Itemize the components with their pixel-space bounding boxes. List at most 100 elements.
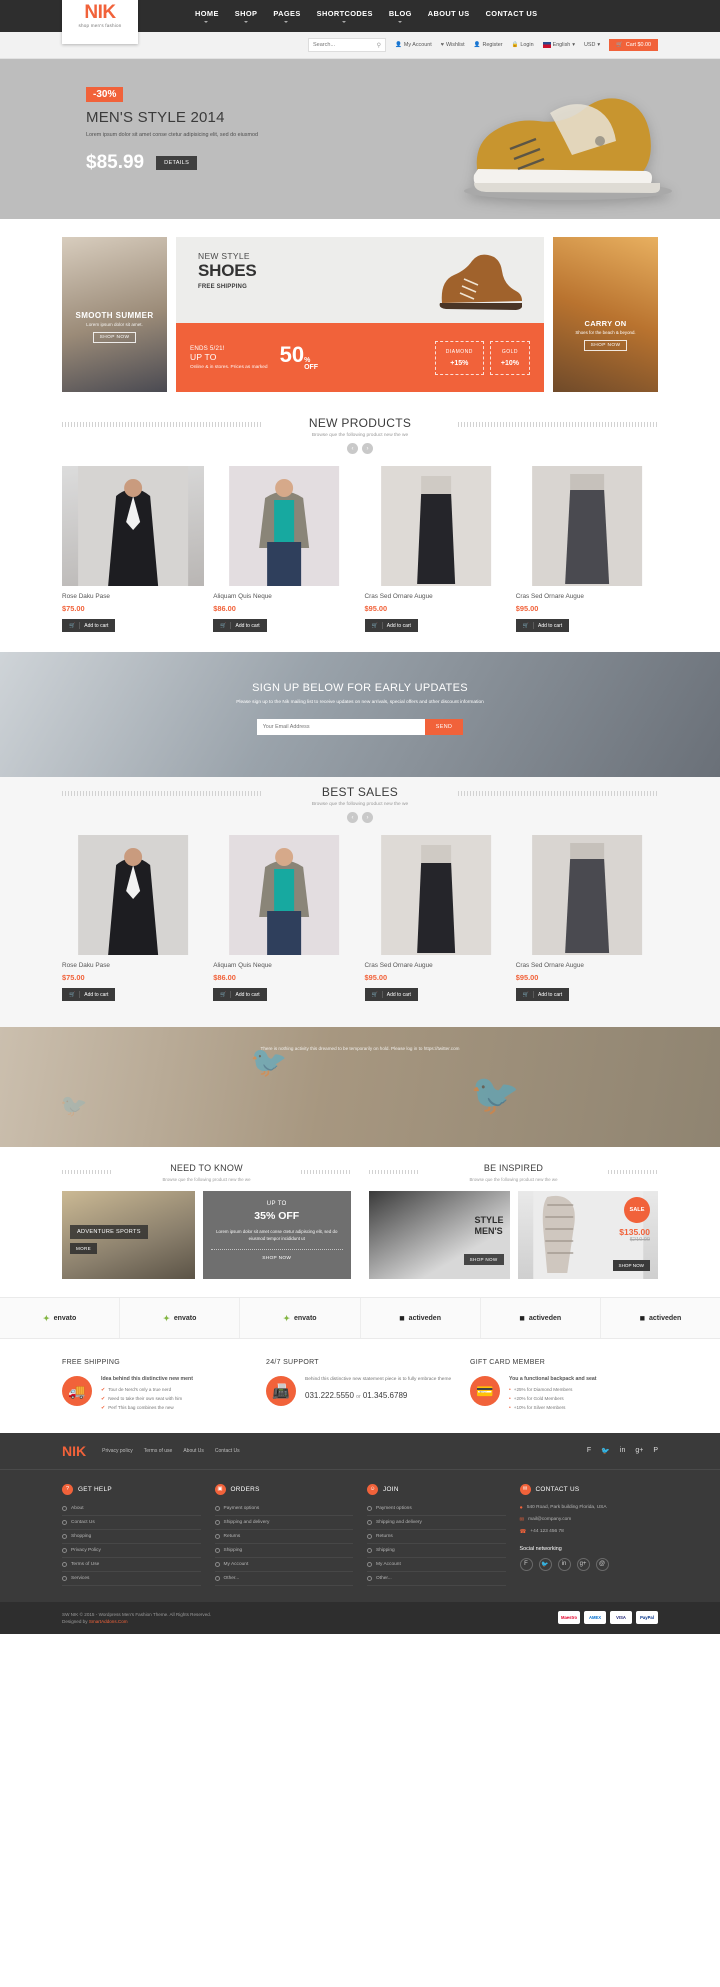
google-plus-icon[interactable]: g+ xyxy=(635,1447,643,1455)
product-card[interactable]: Aliquam Quis Neque $86.00 🛒 Add to cart xyxy=(213,835,355,1001)
add-to-cart-button[interactable]: 🛒 Add to cart xyxy=(515,988,570,1001)
brand-logo[interactable]: ■ activeden xyxy=(481,1298,601,1338)
footer-list-item[interactable]: Contact Us xyxy=(62,1516,201,1530)
cart-button[interactable]: 🛒 Cart $0.00 xyxy=(609,39,658,51)
footer-link-terms-of-use[interactable]: Terms of use xyxy=(144,1448,173,1454)
footer-list-item[interactable]: Other... xyxy=(214,1572,353,1586)
twitter-icon[interactable]: 🐦 xyxy=(601,1447,610,1455)
pinterest-icon[interactable]: P xyxy=(653,1447,658,1455)
contact-email[interactable]: ✉ mail@company.com xyxy=(520,1514,659,1526)
product-image[interactable] xyxy=(365,835,507,955)
newsletter-send-button[interactable]: SEND xyxy=(424,719,464,735)
card-more-button[interactable]: MORE xyxy=(70,1243,97,1254)
brand-logo[interactable]: ■ activeden xyxy=(361,1298,481,1338)
login-link[interactable]: 🔒 Login xyxy=(512,42,534,48)
facebook-icon[interactable]: F xyxy=(587,1447,591,1455)
footer-list-item[interactable]: My Account xyxy=(214,1558,353,1572)
product-card[interactable]: Cras Sed Ornare Augue $95.00 🛒 Add to ca… xyxy=(515,466,658,632)
footer-list-item[interactable]: Payment options xyxy=(367,1502,506,1516)
footer-list-item[interactable]: Returns xyxy=(367,1530,506,1544)
product-card[interactable]: Cras Sed Ornare Augue $95.00 🛒 Add to ca… xyxy=(364,466,507,632)
facebook-icon[interactable]: F xyxy=(519,1557,533,1571)
footer-link-contact-us[interactable]: Contact Us xyxy=(215,1448,240,1454)
add-to-cart-button[interactable]: 🛒 Add to cart xyxy=(62,619,116,632)
footer-list-item[interactable]: My Account xyxy=(367,1558,506,1572)
nav-item-pages[interactable]: PAGES xyxy=(273,9,300,23)
product-card[interactable]: Rose Daku Pase $75.00 🛒 Add to cart xyxy=(62,466,205,632)
nav-item-blog[interactable]: BLOG xyxy=(389,9,412,23)
linkedin-icon[interactable]: in xyxy=(620,1447,625,1455)
search-box[interactable]: ⚲ xyxy=(308,38,387,52)
brand-logo[interactable]: ✦ envato xyxy=(240,1298,361,1338)
promo-carry-on[interactable]: CARRY ON Shoes for the beach & beyond. S… xyxy=(553,237,658,392)
footer-list-item[interactable]: About xyxy=(62,1502,201,1516)
product-image[interactable] xyxy=(62,835,204,955)
search-icon[interactable]: ⚲ xyxy=(377,42,381,49)
add-to-cart-button[interactable]: 🛒 Add to cart xyxy=(364,619,418,632)
footer-list-item[interactable]: Other... xyxy=(367,1572,506,1586)
footer-list-item[interactable]: Privacy Policy xyxy=(62,1544,201,1558)
footer-list-item[interactable]: Returns xyxy=(214,1530,353,1544)
card-shop-now-button[interactable]: SHOP NOW xyxy=(463,1254,504,1265)
promo-right-cta[interactable]: SHOP NOW xyxy=(583,340,628,351)
search-input[interactable] xyxy=(313,42,377,48)
add-to-cart-button[interactable]: 🛒 Add to cart xyxy=(515,619,570,632)
product-card[interactable]: Rose Daku Pase $75.00 🛒 Add to cart xyxy=(62,835,204,1001)
add-to-cart-button[interactable]: 🛒 Add to cart xyxy=(364,988,418,1001)
footer-list-item[interactable]: Shopping xyxy=(62,1530,201,1544)
newsletter-email-input[interactable] xyxy=(256,719,425,735)
brand-logo[interactable]: ■ activeden xyxy=(601,1298,720,1338)
carousel-prev-button[interactable]: ‹ xyxy=(347,443,358,454)
linkedin-icon[interactable]: in xyxy=(557,1557,571,1571)
card-adventure-sports[interactable]: ADVENTURE SPORTS MORE xyxy=(62,1191,195,1279)
product-name[interactable]: Cras Sed Ornare Augue xyxy=(516,593,658,600)
carousel-prev-button[interactable]: ‹ xyxy=(347,812,358,823)
product-name[interactable]: Rose Daku Pase xyxy=(62,962,204,969)
nav-item-about-us[interactable]: ABOUT US xyxy=(428,9,470,23)
footer-list-item[interactable]: Shipping xyxy=(367,1544,506,1558)
footer-list-item[interactable]: Terms of Use xyxy=(62,1558,201,1572)
product-image[interactable] xyxy=(516,466,658,586)
pinterest-icon[interactable]: @ xyxy=(595,1557,609,1571)
credit-link[interactable]: SmartAddons.Com xyxy=(89,1619,128,1624)
carousel-next-button[interactable]: › xyxy=(362,812,373,823)
footer-link-about-us[interactable]: About Us xyxy=(183,1448,204,1454)
card-shop-now-button[interactable]: SHOP NOW xyxy=(210,1249,343,1261)
promo-smooth-summer[interactable]: SMOOTH SUMMER Lorem ipsum dolor sit amet… xyxy=(62,237,167,392)
product-image[interactable] xyxy=(213,466,355,586)
product-image[interactable] xyxy=(62,466,205,586)
footer-link-privacy-policy[interactable]: Privacy policy xyxy=(102,1448,133,1454)
footer-list-item[interactable]: Shipping xyxy=(214,1544,353,1558)
add-to-cart-button[interactable]: 🛒 Add to cart xyxy=(213,988,267,1001)
product-card[interactable]: Cras Sed Ornare Augue $95.00 🛒 Add to ca… xyxy=(364,835,507,1001)
product-name[interactable]: Aliquam Quis Neque xyxy=(213,593,355,600)
product-card[interactable]: Aliquam Quis Neque $86.00 🛒 Add to cart xyxy=(213,466,355,632)
brand-logo[interactable]: ✦ envato xyxy=(120,1298,241,1338)
product-card[interactable]: Cras Sed Ornare Augue $95.00 🛒 Add to ca… xyxy=(515,835,658,1001)
footer-list-item[interactable]: Shipping and delivery xyxy=(214,1516,353,1530)
product-name[interactable]: Cras Sed Ornare Augue xyxy=(365,593,507,600)
product-name[interactable]: Aliquam Quis Neque xyxy=(213,962,355,969)
twitter-icon[interactable]: 🐦 xyxy=(538,1557,552,1571)
promo-new-style-shoes[interactable]: NEW STYLE SHOES FREE SHIPPING xyxy=(176,237,544,323)
promo-sale-banner[interactable]: ENDS 5/21! UP TO Online & in stores. Pri… xyxy=(176,323,544,392)
currency-selector[interactable]: USD ▾ xyxy=(584,42,600,48)
google-plus-icon[interactable]: g+ xyxy=(576,1557,590,1571)
footer-list-item[interactable]: Payment options xyxy=(214,1502,353,1516)
register-link[interactable]: 👤 Register xyxy=(474,42,503,48)
product-name[interactable]: Rose Daku Pase xyxy=(62,593,204,600)
footer-list-item[interactable]: Services xyxy=(62,1572,201,1586)
card-style-mens[interactable]: STYLE MEN'S SHOP NOW xyxy=(369,1191,510,1279)
product-image[interactable] xyxy=(213,835,355,955)
nav-item-shop[interactable]: SHOP xyxy=(235,9,258,23)
add-to-cart-button[interactable]: 🛒 Add to cart xyxy=(213,619,267,632)
brand-logo[interactable]: ✦ envato xyxy=(0,1298,121,1338)
promo-left-cta[interactable]: SHOP NOW xyxy=(92,332,137,343)
language-selector[interactable]: English ▾ xyxy=(542,42,575,48)
product-image[interactable] xyxy=(516,835,658,955)
product-image[interactable] xyxy=(365,466,507,586)
product-name[interactable]: Cras Sed Ornare Augue xyxy=(365,962,507,969)
add-to-cart-button[interactable]: 🛒 Add to cart xyxy=(62,988,116,1001)
carousel-next-button[interactable]: › xyxy=(362,443,373,454)
card-35-off[interactable]: UP TO 35% OFF Lorem ipsum dolor sit amet… xyxy=(202,1191,351,1279)
